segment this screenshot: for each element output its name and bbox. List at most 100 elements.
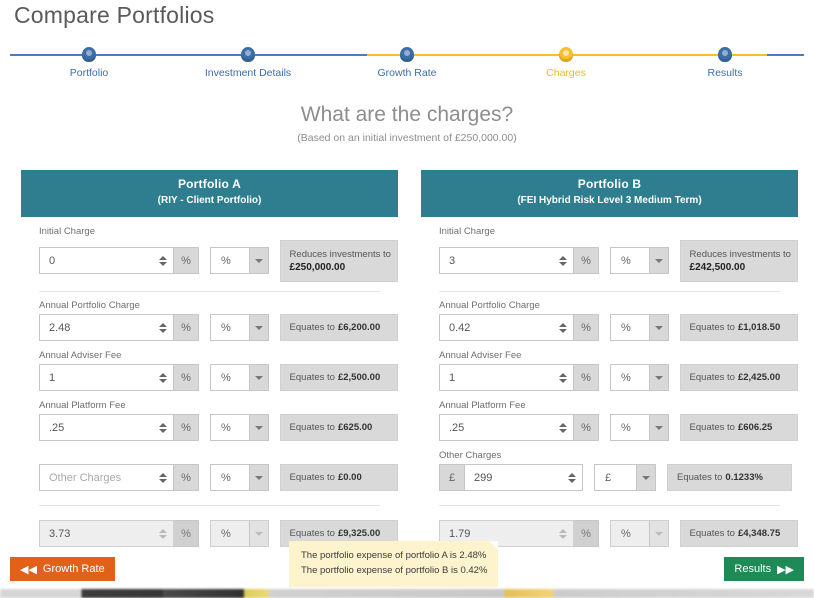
select-unit-annual-adviser-fee-a[interactable]: % xyxy=(210,364,269,391)
select-unit-annual-adviser-fee-b[interactable]: % xyxy=(610,364,669,391)
spinner-annual-adviser-fee-b[interactable] xyxy=(556,369,569,387)
tracker-step-results[interactable]: Results xyxy=(665,44,785,79)
addon-annual-platform-fee-b: % xyxy=(574,414,599,441)
tracker-step-charges[interactable]: Charges xyxy=(506,44,626,79)
chevron-down-icon xyxy=(648,365,668,390)
result-other-charges-b-label: Equates to xyxy=(677,472,723,483)
result-other-charges-b: Equates to 0.1233% xyxy=(667,464,792,491)
spinner-annual-portfolio-charge-b[interactable] xyxy=(556,319,569,337)
spinner-initial-charge-b[interactable] xyxy=(556,252,569,270)
question-subheading: (Based on an initial investment of £250,… xyxy=(297,132,517,144)
result-annual-portfolio-charge-a: Equates to £6,200.00 xyxy=(279,314,398,341)
select-unit-total-b-value: % xyxy=(621,527,631,540)
input-other-charges-a-value: Other Charges xyxy=(49,471,122,484)
input-other-charges-b-value: 299 xyxy=(474,471,493,484)
input-annual-adviser-fee-b-value: 1 xyxy=(449,371,456,384)
select-unit-initial-charge-b-value: % xyxy=(621,254,631,267)
result-other-charges-b-value: 0.1233% xyxy=(725,472,763,483)
select-unit-annual-portfolio-charge-a[interactable]: % xyxy=(210,314,269,341)
select-unit-annual-platform-fee-b-value: % xyxy=(621,421,631,434)
result-initial-charge-a-label: Reduces investments to xyxy=(289,249,391,260)
portfolio-a-column: Portfolio A (RIY - Client Portfolio) Ini… xyxy=(21,170,398,556)
result-annual-portfolio-charge-a-label: Equates to xyxy=(289,322,335,333)
select-unit-other-charges-b[interactable]: £ xyxy=(594,464,656,491)
row-annual-adviser-fee-b: 1%% Equates to £2,425.00 xyxy=(439,364,798,391)
tracker-step-dot-icon xyxy=(241,47,255,62)
progress-tracker: Portfolio Investment Details Growth Rate Ch… xyxy=(10,44,804,84)
row-initial-charge-a: 0 % % Reduces investments to £250,000.00 xyxy=(39,240,398,282)
chevron-down-icon xyxy=(648,248,668,273)
next-results-button[interactable]: Results ▶▶ xyxy=(724,557,804,581)
input-other-charges-b[interactable]: 299 xyxy=(464,464,583,491)
spinner-annual-platform-fee-b[interactable] xyxy=(556,419,569,437)
input-group-initial-charge-a: 0 % xyxy=(39,247,199,274)
input-annual-platform-fee-b[interactable]: .25 xyxy=(439,414,574,441)
input-initial-charge-b[interactable]: 3 xyxy=(439,247,574,274)
select-unit-annual-platform-fee-b[interactable]: % xyxy=(610,414,669,441)
spinner-other-charges-a[interactable] xyxy=(156,469,169,487)
tracker-step-label: Portfolio xyxy=(69,67,109,79)
select-unit-other-charges-a-value: % xyxy=(221,471,231,484)
spinner-total-a xyxy=(156,525,169,543)
portfolio-b-header: Portfolio B (FEI Hybrid Risk Level 3 Med… xyxy=(421,170,798,217)
input-group-annual-adviser-fee-b: 1% xyxy=(439,364,599,391)
result-annual-platform-fee-b: Equates to £606.25 xyxy=(679,414,798,441)
spinner-annual-portfolio-charge-a[interactable] xyxy=(156,319,169,337)
addon-total-b: % xyxy=(574,520,599,547)
input-annual-adviser-fee-b[interactable]: 1 xyxy=(439,364,574,391)
label-annual-portfolio-charge-a: Annual Portfolio Charge xyxy=(39,300,140,311)
tracker-step-dot-icon xyxy=(400,47,414,62)
result-other-charges-a: Equates to £0.00 xyxy=(279,464,398,491)
select-unit-annual-portfolio-charge-b[interactable]: % xyxy=(610,314,669,341)
spinner-annual-adviser-fee-a[interactable] xyxy=(156,369,169,387)
input-annual-portfolio-charge-b[interactable]: 0.42 xyxy=(439,314,574,341)
select-unit-other-charges-b-value: £ xyxy=(605,471,612,484)
addon-annual-adviser-fee-b: % xyxy=(574,364,599,391)
spinner-annual-platform-fee-a[interactable] xyxy=(156,419,169,437)
result-initial-charge-b-value: £242,500.00 xyxy=(689,262,746,273)
row-initial-charge-b: 3 % % Reduces investments to £242,500.00 xyxy=(439,240,798,282)
chevron-down-icon xyxy=(648,415,668,440)
input-annual-portfolio-charge-b-value: 0.42 xyxy=(449,321,471,334)
input-other-charges-a[interactable]: Other Charges xyxy=(39,464,174,491)
result-annual-platform-fee-b-label: Equates to xyxy=(689,422,735,433)
result-annual-portfolio-charge-b: Equates to £1,018.50 xyxy=(679,314,798,341)
input-annual-platform-fee-a[interactable]: .25 xyxy=(39,414,174,441)
addon-annual-portfolio-charge-b: % xyxy=(574,314,599,341)
result-initial-charge-b-label: Reduces investments to xyxy=(689,249,791,260)
select-unit-initial-charge-a[interactable]: % xyxy=(210,247,269,274)
input-annual-portfolio-charge-a[interactable]: 2.48 xyxy=(39,314,174,341)
back-growth-rate-button[interactable]: ◀◀ Growth Rate xyxy=(10,557,115,581)
select-unit-annual-platform-fee-a[interactable]: % xyxy=(210,414,269,441)
input-annual-adviser-fee-a[interactable]: 1 xyxy=(39,364,174,391)
result-total-b-value: £4,348.75 xyxy=(737,528,781,539)
spinner-initial-charge-a[interactable] xyxy=(156,252,169,270)
double-arrow-left-icon: ◀◀ xyxy=(20,563,37,576)
result-annual-platform-fee-a-label: Equates to xyxy=(289,422,335,433)
result-total-a-label: Equates to xyxy=(289,528,335,539)
label-initial-charge-a: Initial Charge xyxy=(39,226,95,237)
input-initial-charge-a[interactable]: 0 xyxy=(39,247,174,274)
input-total-a: 3.73 xyxy=(39,520,174,547)
tracker-step-dot-icon xyxy=(82,47,96,62)
input-annual-platform-fee-b-value: .25 xyxy=(449,421,465,434)
spinner-other-charges-b[interactable] xyxy=(565,469,578,487)
row-other-charges-a: Other Charges % % Equates to £0.00 xyxy=(39,464,398,491)
select-unit-initial-charge-a-value: % xyxy=(221,254,231,267)
chevron-down-icon xyxy=(648,315,668,340)
tracker-step-investment-details[interactable]: Investment Details xyxy=(188,44,308,79)
addon-annual-portfolio-charge-a: % xyxy=(174,314,199,341)
portfolio-b-title: Portfolio B xyxy=(577,177,642,191)
chevron-down-icon xyxy=(248,315,268,340)
tracker-step-growth-rate[interactable]: Growth Rate xyxy=(347,44,467,79)
chevron-down-icon xyxy=(248,465,268,490)
tracker-step-portfolio[interactable]: Portfolio xyxy=(29,44,149,79)
result-total-b: Equates to £4,348.75 xyxy=(679,520,798,547)
input-group-initial-charge-b: 3 % xyxy=(439,247,599,274)
select-unit-initial-charge-b[interactable]: % xyxy=(610,247,669,274)
input-group-other-charges-a: Other Charges % xyxy=(39,464,199,491)
tracker-step-label: Results xyxy=(707,67,743,79)
addon-total-a: % xyxy=(174,520,199,547)
tracker-step-dot-icon xyxy=(718,47,732,62)
select-unit-other-charges-a[interactable]: % xyxy=(210,464,269,491)
